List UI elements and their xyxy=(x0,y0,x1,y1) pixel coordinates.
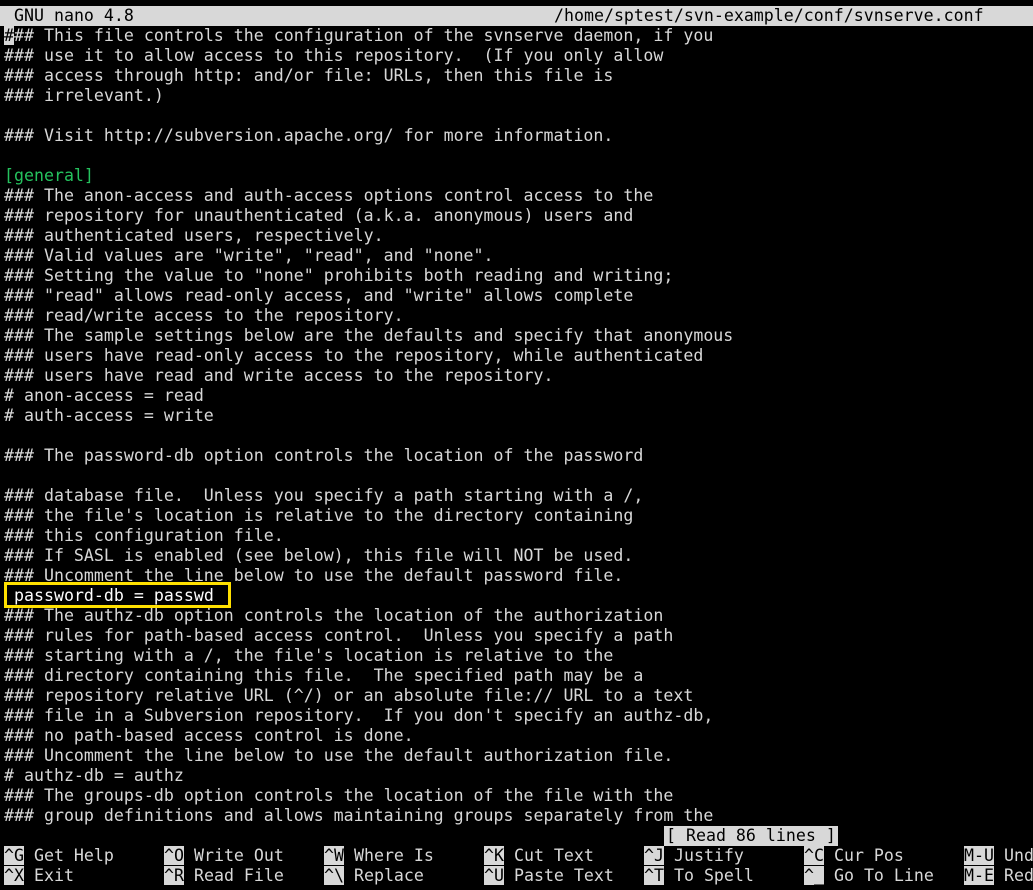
shortcut-label: Exit xyxy=(23,866,74,885)
editor-line[interactable]: ### The groups-db option controls the lo… xyxy=(4,786,1033,806)
editor-line[interactable]: ### This file controls the configuration… xyxy=(4,26,1033,46)
editor-line[interactable]: ### If SASL is enabled (see below), this… xyxy=(4,546,1033,566)
shortcut-item[interactable]: ^_ Go To Line xyxy=(804,866,934,886)
shortcut-key: ^_ xyxy=(804,866,824,885)
editor-line[interactable]: ### the file's location is relative to t… xyxy=(4,506,1033,526)
editor-line[interactable]: ### repository for unauthenticated (a.k.… xyxy=(4,206,1033,226)
shortcut-label: Paste Text xyxy=(503,866,614,885)
editor-line[interactable]: ### Uncomment the line below to use the … xyxy=(4,746,1033,766)
editor-line[interactable]: ### users have read and write access to … xyxy=(4,366,1033,386)
shortcut-item[interactable]: M-E Red xyxy=(964,866,1033,886)
shortcut-item[interactable]: ^U Paste Text xyxy=(484,866,614,886)
shortcut-key: ^G xyxy=(4,846,24,865)
file-path: /home/sptest/svn-example/conf/svnserve.c… xyxy=(554,6,984,25)
text-cursor: # xyxy=(4,26,14,45)
editor-line[interactable]: ### file in a Subversion repository. If … xyxy=(4,706,1033,726)
shortcut-item[interactable]: ^T To Spell xyxy=(644,866,754,886)
shortcut-label: Replace xyxy=(343,866,424,885)
shortcut-item[interactable]: ^O Write Out xyxy=(164,846,284,866)
shortcut-item[interactable]: ^W Where Is xyxy=(324,846,434,866)
shortcut-label: Get Help xyxy=(23,846,114,865)
shortcut-key: ^J xyxy=(644,846,664,865)
shortcut-key: M-U xyxy=(964,846,994,865)
editor-line[interactable]: ### access through http: and/or file: UR… xyxy=(4,66,1033,86)
editor-line[interactable]: ### Valid values are "write", "read", an… xyxy=(4,246,1033,266)
shortcut-bar: ^G Get Help ^X Exit ^O Write Out ^R Read Fi… xyxy=(0,846,1033,890)
shortcut-key: ^O xyxy=(164,846,184,865)
shortcut-label: Read File xyxy=(183,866,284,885)
editor-line[interactable]: # auth-access = write xyxy=(4,406,1033,426)
editor-line[interactable]: ### database file. Unless you specify a … xyxy=(4,486,1033,506)
editor-line[interactable]: ### rules for path-based access control.… xyxy=(4,626,1033,646)
editor-line[interactable] xyxy=(4,106,1033,126)
shortcut-key: ^U xyxy=(484,866,504,885)
editor-line[interactable]: # anon-access = read xyxy=(4,386,1033,406)
editor-line[interactable]: ### The sample settings below are the de… xyxy=(4,326,1033,346)
shortcut-item[interactable]: M-U Und xyxy=(964,846,1033,866)
status-message: [ Read 86 lines ] xyxy=(664,826,838,846)
shortcut-label: Red xyxy=(993,866,1033,885)
editor-line[interactable] xyxy=(4,146,1033,166)
editor-line[interactable]: ### "read" allows read-only access, and … xyxy=(4,286,1033,306)
title-bar: GNU nano 4.8 /home/sptest/svn-example/co… xyxy=(0,6,1033,26)
editor-line[interactable] xyxy=(4,426,1033,446)
editor-line[interactable]: ### Setting the value to "none" prohibit… xyxy=(4,266,1033,286)
editor-line[interactable]: ### irrelevant.) xyxy=(4,86,1033,106)
editor-line[interactable] xyxy=(4,466,1033,486)
app-name: GNU nano 4.8 xyxy=(14,6,134,25)
editor-line[interactable]: ### read/write access to the repository. xyxy=(4,306,1033,326)
editor-line[interactable]: ### The anon-access and auth-access opti… xyxy=(4,186,1033,206)
shortcut-item[interactable]: ^R Read File xyxy=(164,866,284,886)
shortcut-key: ^C xyxy=(804,846,824,865)
shortcut-item[interactable]: ^X Exit xyxy=(4,866,74,886)
editor-line[interactable]: # authz-db = authz xyxy=(4,766,1033,786)
shortcut-label: Cur Pos xyxy=(823,846,904,865)
editor-line[interactable]: ### group definitions and allows maintai… xyxy=(4,806,1033,826)
editor-line[interactable]: ### The authz-db option controls the loc… xyxy=(4,606,1033,626)
shortcut-item[interactable]: ^C Cur Pos xyxy=(804,846,904,866)
editor-line[interactable]: ### Visit http://subversion.apache.org/ … xyxy=(4,126,1033,146)
editor-line[interactable]: ### this configuration file. xyxy=(4,526,1033,546)
shortcut-key: ^X xyxy=(4,866,24,885)
highlighted-line[interactable]: password-db = passwd xyxy=(14,586,214,606)
shortcut-label: Und xyxy=(993,846,1033,865)
shortcut-label: Justify xyxy=(663,846,744,865)
editor-line[interactable]: [general] xyxy=(4,166,1033,186)
shortcut-label: Cut Text xyxy=(503,846,594,865)
shortcut-key: ^K xyxy=(484,846,504,865)
shortcut-key: M-E xyxy=(964,866,994,885)
shortcut-label: Write Out xyxy=(183,846,284,865)
editor-line[interactable]: ### users have read-only access to the r… xyxy=(4,346,1033,366)
editor-line[interactable]: ### use it to allow access to this repos… xyxy=(4,46,1033,66)
shortcut-item[interactable]: ^K Cut Text xyxy=(484,846,594,866)
editor-line[interactable]: ### authenticated users, respectively. xyxy=(4,226,1033,246)
editor-line[interactable]: ### repository relative URL (^/) or an a… xyxy=(4,686,1033,706)
editor-line[interactable]: ### starting with a /, the file's locati… xyxy=(4,646,1033,666)
shortcut-label: Go To Line xyxy=(823,866,934,885)
editor-area[interactable]: ### This file controls the configuration… xyxy=(4,26,1033,826)
shortcut-item[interactable]: ^G Get Help xyxy=(4,846,114,866)
shortcut-item[interactable]: ^\ Replace xyxy=(324,866,424,886)
shortcut-key: ^R xyxy=(164,866,184,885)
shortcut-key: ^\ xyxy=(324,866,344,885)
shortcut-label: To Spell xyxy=(663,866,754,885)
shortcut-key: ^W xyxy=(324,846,344,865)
shortcut-label: Where Is xyxy=(343,846,434,865)
editor-line[interactable]: ### no path-based access control is done… xyxy=(4,726,1033,746)
shortcut-key: ^T xyxy=(644,866,664,885)
editor-line[interactable]: ### directory containing this file. The … xyxy=(4,666,1033,686)
shortcut-item[interactable]: ^J Justify xyxy=(644,846,744,866)
editor-line[interactable]: ### The password-db option controls the … xyxy=(4,446,1033,466)
